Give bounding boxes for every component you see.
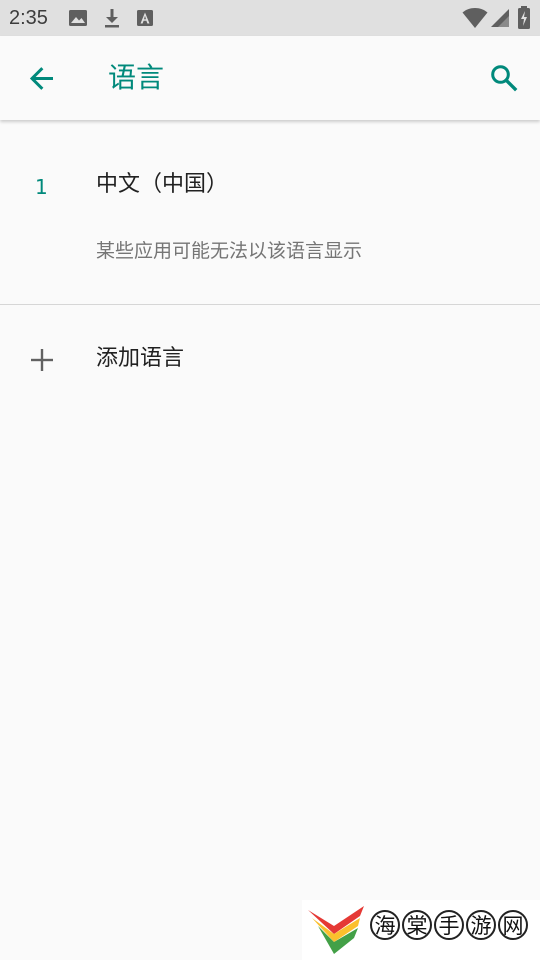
plus-icon [31, 349, 53, 371]
back-button[interactable] [22, 58, 62, 98]
wifi-icon [462, 8, 488, 28]
add-language-label: 添加语言 [96, 346, 185, 371]
search-icon [491, 65, 518, 92]
add-language-button[interactable]: 添加语言 [0, 320, 540, 400]
download-icon [105, 9, 119, 28]
cell-signal-icon [491, 9, 509, 27]
watermark-text: 海 棠 手 游 网 [370, 910, 528, 940]
watermark-char: 手 [434, 910, 464, 940]
status-time: 2:35 [9, 7, 48, 29]
search-button[interactable] [484, 58, 524, 98]
app-bar: 语言 [0, 36, 540, 120]
divider [0, 304, 540, 305]
battery-charging-icon [518, 6, 530, 29]
watermark-char: 海 [370, 910, 400, 940]
image-icon [69, 10, 87, 26]
language-note: 某些应用可能无法以该语言显示 [96, 240, 363, 262]
watermark-char: 棠 [402, 910, 432, 940]
language-name: 中文（中国） [96, 172, 229, 197]
status-bar: 2:35 [0, 0, 540, 36]
watermark-char: 网 [498, 910, 528, 940]
watermark-char: 游 [466, 910, 496, 940]
settings-language-screen: 2:35 语言 1 中文（中国） 某些应用可能无法以该语言显示 添加语言 海 棠… [0, 0, 540, 960]
page-title: 语言 [108, 61, 165, 94]
font-a-icon [137, 10, 153, 26]
watermark: 海 棠 手 游 网 [302, 900, 540, 960]
language-list-item[interactable]: 1 中文（中国） 某些应用可能无法以该语言显示 [0, 122, 540, 304]
arrow-back-icon [29, 67, 53, 90]
language-index: 1 [35, 175, 48, 199]
watermark-logo-icon [308, 906, 364, 954]
